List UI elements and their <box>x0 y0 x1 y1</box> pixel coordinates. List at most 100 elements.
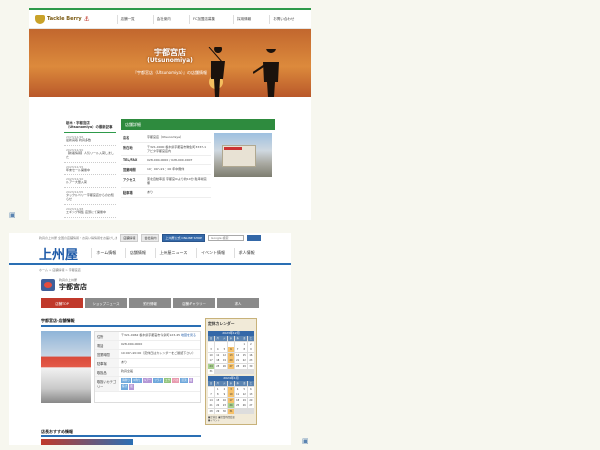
store-info-button[interactable]: 店舗情報 <box>120 234 139 242</box>
row-label: 駐車場 <box>95 359 119 367</box>
sidebar-post[interactable]: 2023/12/26 最新買取 釣具多数 <box>64 133 116 146</box>
calendar-weekday: 金 <box>241 381 248 386</box>
broken-image-icon: ▣ <box>9 211 16 219</box>
calendar-weekday: 月 <box>214 381 221 386</box>
row-label: 営業時間 <box>95 350 119 358</box>
sidebar-post[interactable]: 2023/12/05 タックルベリー宇都宮店からのお知らせ <box>64 188 116 206</box>
table-row: アクセス 東北自動車道 宇都宮ICより約10分 駐車場完備 <box>121 175 211 189</box>
tab-gallery[interactable]: 店舗ギャラリー <box>173 298 215 308</box>
recommend-banner[interactable] <box>41 439 133 445</box>
calendar-day: 14 <box>234 352 241 358</box>
category-tag[interactable]: バス <box>172 378 180 384</box>
site-header: 上州屋 ホーム情報 店舗情報 上州屋ニュース イベント情報 求人情報 <box>9 243 291 265</box>
table-row: 所在地 〒321-0000 栃木県宇都宮市駒生町3337-1 アピタ宇都宮店内 <box>121 143 211 157</box>
calendar-day: 24 <box>208 363 215 369</box>
calendar-day: 9 <box>221 392 228 397</box>
row-value: 028-000-0000 / 028-000-0007 <box>147 158 193 163</box>
category-tag[interactable]: 渓流 <box>180 378 188 384</box>
category-tag[interactable]: 船 <box>129 384 134 390</box>
nav-item-recruit[interactable]: 採用情報 <box>233 14 254 24</box>
calendar-day: 21 <box>208 403 215 408</box>
post-title: ルアー大量入荷 <box>66 180 87 185</box>
table-row: 電話 028-000-0000 <box>95 341 200 350</box>
calendar-day: 13 <box>247 392 254 397</box>
calendar-day: 31 <box>208 369 215 374</box>
table-row: 営業時間 10：00～21：00 年中無休 <box>121 165 211 176</box>
category-tag[interactable]: 海釣り <box>121 378 131 384</box>
table-row: 店名 宇都宮店（Utsunomiya） <box>121 133 211 143</box>
site-logo[interactable]: 上州屋 <box>39 244 89 263</box>
site-logo[interactable]: Tackle Berry ⚓ <box>35 14 109 24</box>
calendar-empty-cell <box>208 386 215 392</box>
hero-banner: 宇都宮店 (Utsunomiya) 『宇都宮店（Utsunomiya）』の店舗情… <box>29 29 311 97</box>
sidebar-post[interactable]: 2023/12/15 年末セール開催中 <box>64 163 116 176</box>
calendar-empty-cell <box>221 341 228 347</box>
tab-fishing-report[interactable]: 釣行情報 <box>129 298 171 308</box>
online-shop-button[interactable]: 上州屋公式 ONLINE SHOP <box>162 234 205 242</box>
sidebar-heading: 栃木・宇都宮店（Utsunomiya）の最新記事 <box>64 119 116 133</box>
sidebar-post[interactable]: 2023/11/28 エギング特集 店頭にて開催中 <box>64 205 116 218</box>
calendar-day: 12 <box>241 392 248 397</box>
calendar-day: 4 <box>234 386 241 392</box>
sidebar-post[interactable]: 2023/12/10 ルアー大量入荷 <box>64 175 116 189</box>
tab-shop-news[interactable]: ショップニュース <box>85 298 127 308</box>
store-info-box: 住所 〒321-0962 栃木県宇都宮市今泉町123-45 地図を見る 電話 0… <box>41 331 201 403</box>
nav-item-company[interactable]: 会社案内 <box>152 14 174 24</box>
calendar-day: 17 <box>227 397 235 403</box>
row-value: 028-000-0000 <box>121 342 143 347</box>
row-label: 店名 <box>123 136 130 140</box>
tab-store-top[interactable]: 店舗TOP <box>41 298 83 308</box>
category-tags: 海釣り 川釣り ルアー フライ エサ バス 渓流 磯 投げ 船 <box>121 378 198 390</box>
utility-text: 釣具の上州屋 全国の店舗情報・お買い得情報をお届けします <box>39 236 118 240</box>
category-tag[interactable]: フライ <box>153 378 163 384</box>
tackle-berry-screenshot: Tackle Berry ⚓ 店舗一覧 会社案内 FC加盟店募集 採用情報 お問… <box>29 8 311 220</box>
row-value: あり <box>147 190 154 195</box>
nav-item-contact[interactable]: お問い合わせ <box>269 14 297 24</box>
nav-item-stores[interactable]: 店舗情報 <box>124 248 150 258</box>
calendar-day: 24 <box>227 403 235 408</box>
breadcrumb[interactable]: ホーム > 店舗情報 > 宇都宮店 <box>9 265 291 274</box>
calendar-month: 2024年1月 日月火水木金土 1 2 3 4 5 6 7 8 9 10 11 12 13 14 15 16 17… <box>208 376 254 414</box>
calendar-day: 20 <box>247 397 254 403</box>
calendar-day: 30 <box>247 363 254 369</box>
nav-item-home[interactable]: ホーム情報 <box>91 248 120 258</box>
utility-bar: 釣具の上州屋 全国の店舗情報・お買い得情報をお届けします 店舗情報 会社案内 上… <box>9 233 291 243</box>
store-photo <box>41 331 91 403</box>
store-details-body: 店名 宇都宮店（Utsunomiya） 所在地 〒321-0000 栃木県宇都宮… <box>121 133 275 199</box>
row-value: 宇都宮店（Utsunomiya） <box>147 135 183 139</box>
calendar-day: 14 <box>208 397 215 403</box>
company-button[interactable]: 会社案内 <box>141 234 160 242</box>
joshuya-screenshot: 釣具の上州屋 全国の店舗情報・お買い得情報をお届けします 店舗情報 会社案内 上… <box>9 233 291 445</box>
calendar-day: 9 <box>247 347 254 352</box>
calendar-title: 定休カレンダー <box>208 321 235 326</box>
nav-item-news[interactable]: 上州屋ニュース <box>154 248 192 258</box>
search-input[interactable] <box>208 235 244 241</box>
calendar-day: 18 <box>214 358 221 363</box>
tab-recruit[interactable]: 求人 <box>217 298 259 308</box>
calendar-day: 26 <box>241 403 248 408</box>
hero-subtitle: 『宇都宮店（Utsunomiya）』の店舗情報 <box>133 70 207 75</box>
content-area: 宇都宮店-店舗情報 住所 〒321-0962 栃木県宇都宮市今泉町123-45 … <box>9 308 291 426</box>
category-tag[interactable]: 磯 <box>188 378 194 384</box>
search-button[interactable] <box>247 235 261 241</box>
category-tag[interactable]: エサ <box>163 378 172 384</box>
category-tag[interactable]: 投げ <box>121 384 129 390</box>
calendar-day: 29 <box>241 363 248 369</box>
calendar-day: 27 <box>247 403 254 408</box>
category-tag[interactable]: 川釣り <box>131 378 142 384</box>
store-info-table: 店名 宇都宮店（Utsunomiya） 所在地 〒321-0000 栃木県宇都宮… <box>121 133 211 199</box>
nav-item-stores[interactable]: 店舗一覧 <box>116 14 138 24</box>
nav-item-recruit[interactable]: 求人情報 <box>233 248 259 258</box>
calendar-day: 19 <box>241 397 248 403</box>
calendar-day: 8 <box>241 347 248 352</box>
nav-item-events[interactable]: イベント情報 <box>196 248 229 258</box>
category-tag[interactable]: ルアー <box>142 378 153 384</box>
nav-item-franchise[interactable]: FC加盟店募集 <box>189 14 218 24</box>
content-area: 栃木・宇都宮店（Utsunomiya）の最新記事 2023/12/26 最新買取… <box>29 119 311 218</box>
row-label: 電話 <box>95 341 119 349</box>
calendar-day: 28 <box>234 363 241 369</box>
sidebar-post[interactable]: 2023/12/20 【新着情報】人気リール入荷しました <box>64 146 116 163</box>
calendar-day: 18 <box>234 397 241 403</box>
post-title: タックルベリー宇都宮店からのお知らせ <box>66 193 114 202</box>
map-link[interactable]: 地図を見る <box>181 333 196 337</box>
